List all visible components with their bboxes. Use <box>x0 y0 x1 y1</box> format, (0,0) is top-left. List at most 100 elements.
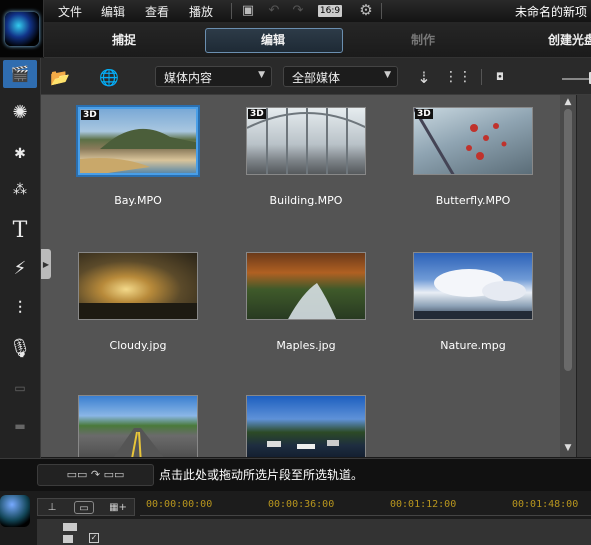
add-clip-icon[interactable]: ▦+ <box>108 501 128 514</box>
save-icon[interactable]: ▣ <box>240 3 256 18</box>
toolbar-divider <box>231 3 232 19</box>
ruler-tick-label: 00:00:36:00 <box>268 499 335 510</box>
sidebar-item-title[interactable]: T <box>3 216 37 244</box>
aspect-ratio-button[interactable]: 16:9 <box>318 5 342 17</box>
chevron-down-icon: ▼ <box>258 70 265 80</box>
timeline-hint-text: 点击此处或拖动所选片段至所选轨道。 <box>159 468 364 482</box>
library-item-label: Maples.jpg <box>276 339 336 352</box>
menu-edit[interactable]: 编辑 <box>101 3 125 20</box>
menu-view[interactable]: 查看 <box>145 3 169 20</box>
scroll-down-arrow-icon[interactable]: ▼ <box>563 443 573 453</box>
library-item[interactable]: 3D Building.MPO <box>241 107 371 207</box>
ruler-tick-label: 00:00:00:00 <box>146 499 213 510</box>
storyboard-view-icon[interactable]: ▭ <box>74 501 94 514</box>
globe-refresh-icon[interactable]: 🌐 <box>98 67 120 87</box>
bay-image[interactable]: 3D <box>78 107 198 175</box>
library-item[interactable]: 3D Bay.MPO <box>73 107 203 207</box>
app-logo-icon <box>4 11 39 46</box>
sidebar-item-filters[interactable]: ⫶ <box>3 294 37 322</box>
folder-open-icon[interactable]: 📂 <box>49 67 71 87</box>
clapperboard-icon: 🎬 <box>10 65 30 83</box>
media-content-dropdown[interactable]: 媒体内容 ▼ <box>155 66 272 87</box>
tab-author[interactable]: 制作 <box>411 31 435 48</box>
grid-view-icon[interactable]: ⋮⋮ <box>444 67 472 87</box>
tab-capture[interactable]: 捕捉 <box>112 31 136 48</box>
app-logo <box>0 0 44 57</box>
filmstrip-arrow-icon: ▭▭ ↷ ▭▭ <box>66 468 125 481</box>
insert-to-track-button[interactable]: ▭▭ ↷ ▭▭ <box>37 464 154 486</box>
media-library: 3D Bay.MPO 3D Building.MPO 3D Butterfly. <box>41 95 560 457</box>
sidebar-item-disabled-1[interactable]: ▭ <box>3 374 37 402</box>
sidebar-item-disabled-2[interactable]: ▬ <box>3 412 37 440</box>
all-media-label: 全部媒体 <box>292 71 341 85</box>
library-item[interactable]: Nature.mpg <box>408 252 538 352</box>
content-toolbar: 📂 🌐 媒体内容 ▼ 全部媒体 ▼ ⇣ ⋮⋮ ◘ <box>41 58 591 95</box>
panel-collapse-handle[interactable]: ▶ <box>41 249 51 279</box>
menu-play[interactable]: 播放 <box>189 3 213 20</box>
building-image[interactable]: 3D <box>246 107 366 175</box>
timeline-hint-bar: ▭▭ ↷ ▭▭ 点击此处或拖动所选片段至所选轨道。 <box>0 458 591 491</box>
timeline-track-row[interactable]: ✓ <box>37 519 591 545</box>
library-item[interactable] <box>73 395 203 457</box>
sidebar-item-particles[interactable]: ⁂ <box>3 176 37 204</box>
sidebar-item-media[interactable]: 🎬 <box>3 60 37 88</box>
nature-clouds-shape <box>414 269 532 319</box>
chevron-right-icon: ▶ <box>42 259 50 269</box>
harbor-boats-shape <box>267 440 339 449</box>
library-scrollbar[interactable]: ▲ ▼ <box>560 95 576 457</box>
lightning-icon: ⚡ <box>13 257 27 279</box>
harbor-image[interactable] <box>246 395 366 457</box>
track-manager-icon[interactable]: ⊥ <box>42 501 62 514</box>
chevron-down-icon: ▼ <box>384 70 391 80</box>
redo-icon[interactable]: ↷ <box>290 3 306 18</box>
sidebar-item-audio[interactable]: 🎙 <box>3 334 37 362</box>
timeline-ruler[interactable]: 00:00:00:00 00:00:36:00 00:01:12:00 00:0… <box>140 498 591 516</box>
zoom-slider-track[interactable] <box>562 78 591 80</box>
3d-badge: 3D <box>81 110 99 120</box>
sidebar-item-graphics[interactable]: ⚡ <box>3 254 37 282</box>
sort-icon[interactable]: ⇣ <box>413 67 435 87</box>
maples-stream-shape <box>288 283 337 319</box>
sidebar-item-effects[interactable]: ✱ <box>3 140 37 168</box>
scroll-thumb[interactable] <box>564 109 572 371</box>
scroll-up-arrow-icon[interactable]: ▲ <box>563 97 573 107</box>
mode-bar: 捕捉 编辑 制作 创建光盘 <box>44 22 591 58</box>
library-item[interactable]: Cloudy.jpg <box>73 252 203 352</box>
ruler-tick-label: 00:01:48:00 <box>512 499 579 510</box>
timeline-logo-icon <box>0 495 30 527</box>
menu-bar: 文件 编辑 查看 播放 ▣ ↶ ↷ 16:9 ⚙ 未命名的新项 <box>0 0 591 22</box>
3d-badge: 3D <box>415 109 433 119</box>
spray-icon: ⁂ <box>13 182 27 198</box>
library-item[interactable]: Maples.jpg <box>241 252 371 352</box>
road-lines-shape <box>113 428 164 457</box>
maples-image[interactable] <box>246 252 366 320</box>
library-item[interactable] <box>241 395 371 457</box>
gear-icon[interactable]: ⚙ <box>358 3 374 18</box>
undo-icon[interactable]: ↶ <box>266 3 282 18</box>
sparkle-icon: ✱ <box>14 146 26 162</box>
cloudy-image[interactable] <box>78 252 198 320</box>
tab-edit-label: 编辑 <box>261 33 286 47</box>
library-item-label: Butterfly.MPO <box>435 194 511 207</box>
menu-file[interactable]: 文件 <box>58 3 82 20</box>
track-icon <box>63 523 77 531</box>
road-image[interactable] <box>78 395 198 457</box>
microphone-icon: 🎙 <box>8 337 32 359</box>
toolbar-divider <box>381 3 382 19</box>
small-thumbnail-icon[interactable]: ◘ <box>489 67 511 87</box>
track-checkbox[interactable]: ✓ <box>89 533 99 543</box>
cloudy-ground-shape <box>79 303 197 319</box>
library-item-label: Bay.MPO <box>114 194 162 207</box>
tab-create-disc[interactable]: 创建光盘 <box>548 31 591 48</box>
library-item[interactable]: 3D Butterfly.MPO <box>408 107 538 207</box>
toolbar-divider <box>481 69 482 85</box>
sidebar-item-transitions[interactable]: ✺ <box>3 98 37 126</box>
media-content-label: 媒体内容 <box>164 71 213 85</box>
options-panel-edge[interactable] <box>576 95 591 457</box>
track-icon <box>63 535 73 543</box>
butterfly-image[interactable]: 3D <box>413 107 533 175</box>
aperture-icon: ✺ <box>12 101 28 123</box>
sidebar: 🎬 ✺ ✱ ⁂ T ⚡ ⫶ 🎙 ▭ ▬ <box>0 58 41 458</box>
nature-image[interactable] <box>413 252 533 320</box>
all-media-dropdown[interactable]: 全部媒体 ▼ <box>283 66 398 87</box>
